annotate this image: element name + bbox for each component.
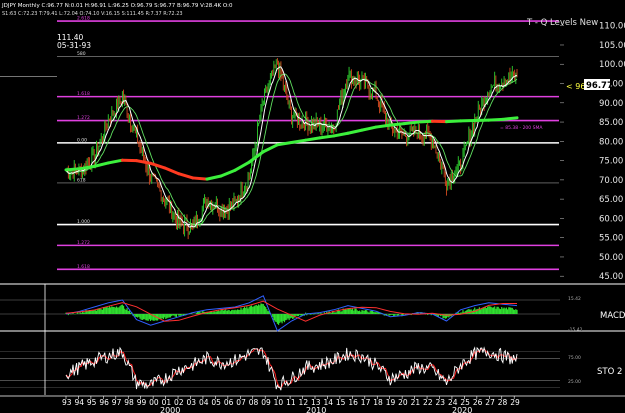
level-label: 1.272 (77, 115, 90, 121)
sma200-segment (318, 134, 336, 140)
time-axis-label: 98 (124, 398, 134, 407)
sma200-segment (64, 167, 82, 172)
macd-tick-top: 15.42 (568, 296, 581, 302)
time-axis-label: 15 (336, 398, 346, 407)
time-axis-label: 94 (74, 398, 84, 407)
sto-tick-top: 75.00 (568, 355, 581, 361)
price-axis-label: 55.00 (599, 234, 623, 244)
sma200-segment (416, 119, 434, 124)
symbol-line: JDJPY Monthly C:96.77 N:0.01 H:96.91 L:9… (1, 3, 233, 9)
sma200-segment (501, 116, 519, 121)
time-axis-label: 00 (149, 398, 159, 407)
macd-tick-bottom: -15.42 (568, 327, 583, 333)
time-axis-label: 26 (473, 398, 483, 407)
time-axis-label: 23 (436, 398, 446, 407)
time-axis-label: 20 (398, 398, 408, 407)
sma200-segment (388, 122, 406, 127)
time-axis-decade-label: 2010 (306, 406, 326, 413)
time-axis-decade-label: 2020 (452, 406, 472, 413)
cursor-date: 05-31-93 (57, 41, 91, 50)
price-axis-label: 110.00 (599, 22, 625, 32)
time-axis-label: 95 (87, 398, 97, 407)
last-price-tag: 96.77 (586, 81, 613, 91)
time-axis-label: 08 (249, 398, 259, 407)
time-axis-label: 18 (373, 398, 383, 407)
level-label: 1.618 (77, 264, 90, 270)
macd-label: MACD (600, 311, 625, 321)
price-axis-label: 45.00 (599, 272, 623, 282)
sto-tick-bottom: 25.00 (568, 379, 581, 385)
price-axis-label: 90.00 (599, 99, 623, 109)
time-axis-label: 21 (411, 398, 421, 407)
time-axis-label: 97 (112, 398, 122, 407)
price-axis-label: 65.00 (599, 195, 623, 205)
time-axis-label: 28 (498, 398, 508, 407)
time-axis-label: 22 (423, 398, 433, 407)
time-axis-label: 99 (137, 398, 147, 407)
sma200-segment (487, 117, 505, 122)
time-axis-label: 96 (99, 398, 109, 407)
chart-canvas: 2.6185801.6181.2720.006181.0001.2721.618… (0, 0, 625, 413)
time-axis-label: 17 (361, 398, 371, 407)
price-axis-label: 105.00 (599, 41, 625, 51)
sma200-segment (402, 120, 420, 126)
price-axis-label: 70.00 (599, 176, 623, 186)
time-axis-label: 05 (211, 398, 221, 407)
time-axis-label: 16 (348, 398, 358, 407)
level-label: 580 (77, 51, 86, 57)
level-label: 0.00 (77, 137, 87, 143)
sma200-segment (374, 123, 392, 129)
time-axis-label: 03 (187, 398, 197, 407)
ma-note: = 85.38 - 200 SMA (500, 125, 543, 131)
chart-background (0, 0, 625, 413)
time-axis-decade-label: 2000 (160, 406, 180, 413)
time-axis-label: 07 (236, 398, 246, 407)
sto-label: STO 2 (597, 367, 622, 377)
indicator-line: S1:63 C:72.23 T:79.41 L:72.04 O:74.10 V:… (2, 11, 183, 17)
time-axis-label: 93 (62, 398, 72, 407)
level-label: 618 (77, 177, 86, 183)
price-axis-label: 100.00 (599, 60, 625, 70)
study-title: T - Q Levels New (526, 18, 598, 28)
time-axis-label: 11 (286, 398, 296, 407)
time-axis-label: 10 (274, 398, 284, 407)
level-label: 1.618 (77, 91, 90, 97)
level-label: 1.000 (77, 219, 90, 225)
price-axis-label: 85.00 (599, 118, 623, 128)
price-axis-label: 50.00 (599, 253, 623, 263)
time-axis-label: 27 (485, 398, 495, 407)
time-axis-label: 09 (261, 398, 271, 407)
time-axis-label: 04 (199, 398, 209, 407)
price-axis-label: 80.00 (599, 137, 623, 147)
time-axis-label: 29 (510, 398, 520, 407)
time-axis-label: 19 (386, 398, 396, 407)
sma200-segment (445, 119, 463, 124)
time-axis-label: 06 (224, 398, 234, 407)
sma200-segment (191, 176, 209, 181)
level-label: 1.272 (77, 240, 90, 246)
price-axis-label: 75.00 (599, 157, 623, 167)
price-axis-label: 60.00 (599, 214, 623, 224)
